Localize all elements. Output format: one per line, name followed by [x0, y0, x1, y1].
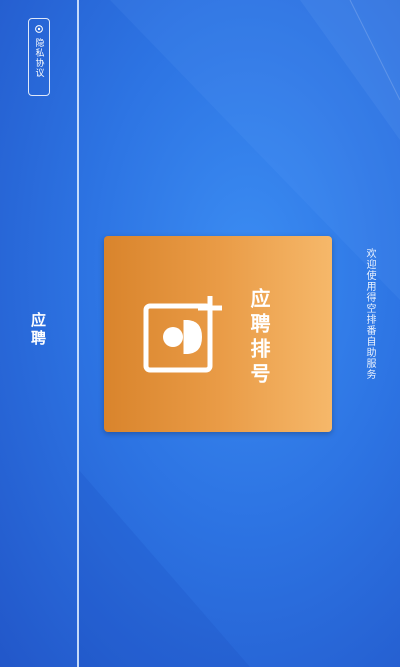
app-screen: 隐私协议 应聘 应聘排号 欢迎使用得空排番自助服务 [0, 0, 400, 667]
privacy-agreement-label: 隐私协议 [33, 38, 44, 78]
gear-icon [35, 25, 43, 33]
sidebar: 隐私协议 应聘 [0, 0, 79, 667]
apply-queue-card[interactable] [104, 236, 332, 432]
sidebar-item-apply[interactable]: 应聘 [28, 312, 49, 348]
privacy-agreement-button[interactable]: 隐私协议 [28, 18, 50, 96]
add-person-icon [143, 296, 222, 373]
welcome-text: 欢迎使用得空排番自助服务 [364, 248, 375, 380]
apply-queue-label: 应聘排号 [247, 288, 271, 388]
